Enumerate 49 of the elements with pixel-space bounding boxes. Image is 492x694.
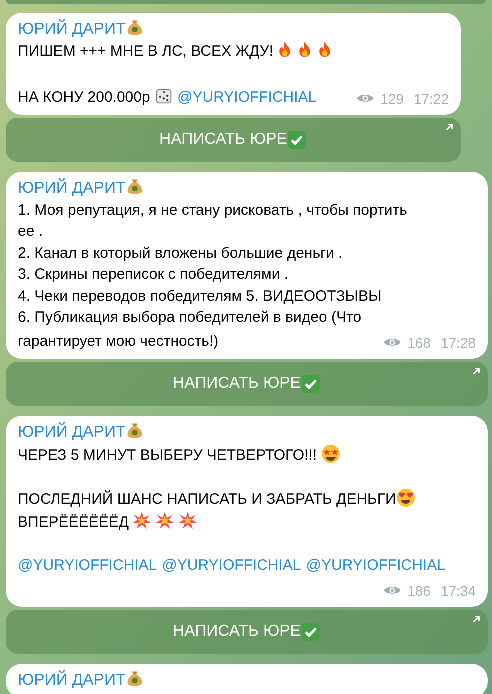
dice-icon (154, 87, 173, 105)
money-bag-icon (126, 178, 144, 196)
message-text: НА КОНУ 200.000р @YURYIOFFICHIAL (18, 87, 317, 108)
message-text: 6. Публикация выбора победителей в видео (Что (18, 308, 362, 328)
explosion-icon (132, 510, 152, 530)
check-mark-icon (300, 374, 321, 394)
explosion-icon (155, 510, 176, 530)
author-name: ЮРИЙ ДАРИТ (18, 19, 449, 41)
message-text: 3. Скрины переписок с победителями . (18, 265, 289, 285)
money-bag-icon (126, 422, 144, 440)
write-button[interactable]: НАПИСАТЬ ЮРЕ (6, 610, 488, 654)
arrow-icon (472, 614, 481, 624)
check-mark-icon (300, 622, 321, 642)
message-text: ПИШЕМ +++ МНЕ В ЛС, ВСЕХ ЖДУ! (18, 41, 334, 62)
money-bag-icon (126, 670, 144, 688)
money-bag-icon (126, 19, 144, 37)
message-text: ее . (18, 222, 44, 242)
inline-button[interactable] (6, 0, 486, 4)
author-name: ЮРИЙ ДАРИТ (18, 670, 476, 692)
mention-link[interactable]: @YURYIOFFICHIAL (306, 557, 446, 574)
message-time: 17:28 (440, 334, 476, 352)
write-button[interactable]: НАПИСАТЬ ЮРЕ (6, 118, 461, 162)
message-text: 4. Чеки переводов победителям 5. ВИДЕООТЗЫВЫ (18, 286, 382, 306)
mention-link[interactable]: @YURYIOFFICHIAL (18, 557, 158, 574)
author-name: ЮРИЙ ДАРИТ (18, 178, 476, 200)
message-text: гарантирует мою честность!) (18, 332, 219, 352)
eye-icon (356, 92, 375, 105)
message-text: ВПЕРЁЁЁЁЁЁД (18, 510, 198, 533)
message-text: 2. Канал в который вложены большие деньги . (18, 244, 343, 264)
eye-icon (382, 336, 402, 349)
star-eyes-emoji-icon (321, 444, 342, 464)
arrow-icon (445, 122, 454, 132)
mention-link[interactable]: @YURYIOFFICHIAL (162, 557, 302, 574)
view-count: 168 (408, 334, 431, 352)
message-text: 1. Моя репутация, я не стану рисковать , чтобы портить (18, 200, 408, 220)
arrow-icon (472, 366, 481, 376)
write-button[interactable]: НАПИСАТЬ ЮРЕ (6, 362, 488, 406)
message-time: 17:22 (414, 90, 449, 108)
eye-icon (382, 584, 402, 597)
message-time: 17:34 (440, 582, 476, 600)
check-mark-icon (287, 130, 308, 150)
heart-eyes-emoji-icon (396, 488, 416, 508)
explosion-icon (178, 510, 198, 530)
view-count: 186 (408, 582, 431, 600)
mention-link[interactable]: @YURYIOFFICHIAL (178, 89, 317, 106)
message-text: ПОСЛЕДНИЙ ШАНС НАПИСАТЬ И ЗАБРАТЬ ДЕНЬГИ (18, 488, 416, 510)
view-count: 129 (380, 90, 404, 108)
message-text: ЧЕРЕЗ 5 МИНУТ ВЫБЕРУ ЧЕТВЕРТОГО!!! (18, 444, 342, 466)
author-name: ЮРИЙ ДАРИТ (18, 422, 476, 444)
